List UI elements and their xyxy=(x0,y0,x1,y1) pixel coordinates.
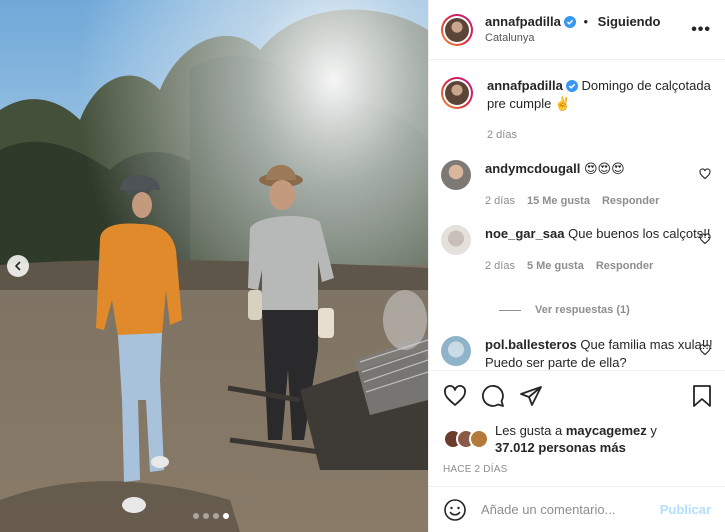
following-button[interactable]: Siguiendo xyxy=(598,14,661,29)
comments-list: annafpadilla Domingo de calçotada pre cu… xyxy=(429,60,725,370)
likes-summary: Les gusta a maycagemez y 37.012 personas… xyxy=(443,422,713,456)
reply-button[interactable]: Responder xyxy=(596,257,653,275)
likes-prefix: Les gusta a xyxy=(495,423,566,438)
verified-badge-icon xyxy=(563,15,576,28)
comment-item: noe_gar_saa Que buenos los calçots!! 2 d… xyxy=(441,225,713,275)
carousel-dot xyxy=(213,513,219,519)
carousel-dot-active xyxy=(223,513,229,519)
post-photo[interactable] xyxy=(0,0,428,532)
view-replies-button[interactable]: Ver respuestas (1) xyxy=(499,304,630,316)
replies-divider xyxy=(499,309,521,311)
more-options-icon[interactable]: ••• xyxy=(687,21,711,39)
comment-composer: Publicar xyxy=(429,486,725,532)
comment-item: andymcdougall 😍😍😍 2 días 15 Me gusta Res… xyxy=(441,160,713,210)
verified-badge-icon xyxy=(565,80,578,92)
comment-username[interactable]: noe_gar_saa xyxy=(485,226,565,241)
post-actions: Les gusta a maycagemez y 37.012 personas… xyxy=(429,370,725,475)
comment-username[interactable]: pol.ballesteros xyxy=(485,337,577,352)
header-separator: • xyxy=(583,13,589,29)
bookmark-icon[interactable] xyxy=(691,384,713,408)
comment-avatar[interactable] xyxy=(441,336,471,366)
caption-username[interactable]: annafpadilla xyxy=(487,78,563,93)
view-replies-label: Ver respuestas (1) xyxy=(535,304,630,316)
carousel-dot xyxy=(203,513,209,519)
carousel-prev-button[interactable] xyxy=(7,255,29,277)
post-location[interactable]: Catalunya xyxy=(485,30,687,47)
likes-connector: y xyxy=(646,423,657,438)
heart-icon[interactable] xyxy=(699,233,711,245)
heart-icon[interactable] xyxy=(699,344,711,356)
post-header: annafpadilla • Siguiendo Catalunya ••• xyxy=(429,0,725,60)
heart-icon[interactable] xyxy=(443,384,467,408)
liker-avatar xyxy=(469,429,489,449)
author-username[interactable]: annafpadilla xyxy=(485,14,561,29)
comment-text: Que buenos los calçots!! xyxy=(568,226,711,241)
comment-input[interactable] xyxy=(481,502,660,517)
comment-age: 2 días xyxy=(485,195,515,207)
comment-likes[interactable]: 15 Me gusta xyxy=(527,192,590,210)
carousel-indicator xyxy=(193,513,229,519)
instagram-post-dialog: annafpadilla • Siguiendo Catalunya ••• a… xyxy=(0,0,725,532)
likes-count[interactable]: 37.012 personas más xyxy=(495,440,626,455)
comment-text: 😍😍😍 xyxy=(583,161,625,176)
heart-icon[interactable] xyxy=(699,168,711,180)
likers-avatars[interactable] xyxy=(443,429,491,449)
post-caption: annafpadilla Domingo de calçotada pre cu… xyxy=(441,77,713,144)
emoji-icon[interactable] xyxy=(443,498,467,522)
comment-avatar[interactable] xyxy=(441,225,471,255)
carousel-dot xyxy=(193,513,199,519)
share-icon[interactable] xyxy=(519,384,543,408)
photo-image xyxy=(0,0,428,532)
chevron-left-icon xyxy=(15,261,21,271)
comment-item: pol.ballesteros Que familia mas xula!!! … xyxy=(441,336,713,370)
publish-button[interactable]: Publicar xyxy=(660,502,711,517)
comment-likes[interactable]: 5 Me gusta xyxy=(527,257,584,275)
comment-username[interactable]: andymcdougall xyxy=(485,161,580,176)
caption-avatar[interactable] xyxy=(441,77,473,109)
comment-avatar[interactable] xyxy=(441,160,471,190)
comment-icon[interactable] xyxy=(481,384,505,408)
caption-age: 2 días xyxy=(487,129,517,141)
author-avatar[interactable] xyxy=(441,13,473,46)
likes-user[interactable]: maycagemez xyxy=(566,423,647,438)
post-side-panel: annafpadilla • Siguiendo Catalunya ••• a… xyxy=(428,0,725,532)
post-timestamp: HACE 2 DÍAS xyxy=(443,464,508,475)
reply-button[interactable]: Responder xyxy=(602,192,659,210)
comment-age: 2 días xyxy=(485,260,515,272)
